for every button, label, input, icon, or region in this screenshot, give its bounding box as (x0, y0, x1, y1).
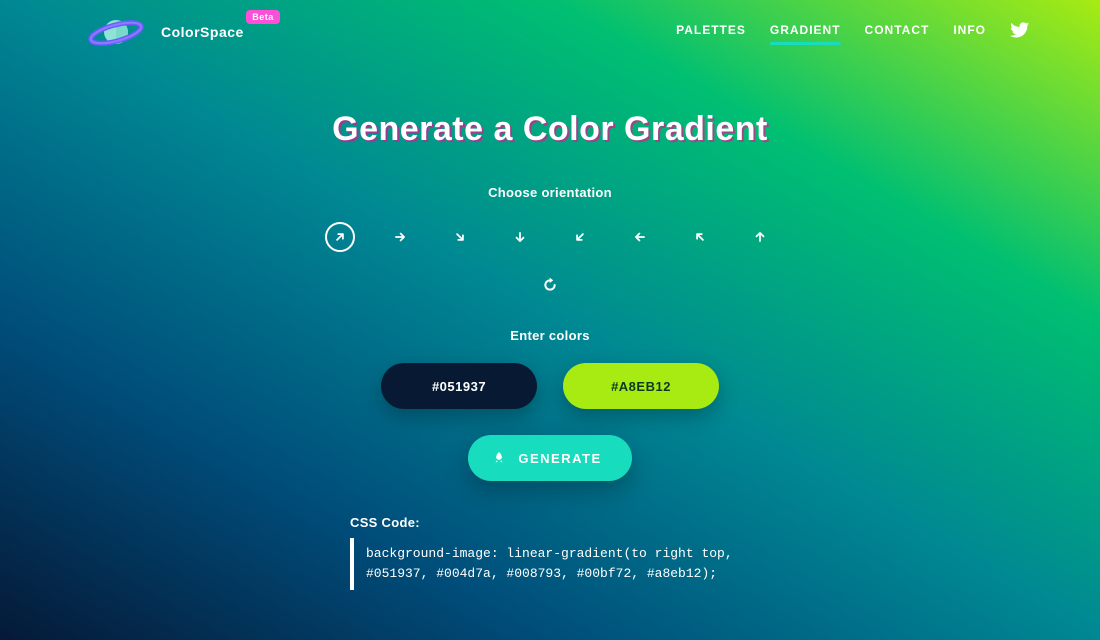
arrow-up-left-icon (693, 230, 707, 244)
orient-top-left[interactable] (685, 222, 715, 252)
brand-name: ColorSpace Beta (161, 24, 244, 40)
css-code-text[interactable]: background-image: linear-gradient(to rig… (350, 538, 750, 590)
brand-name-text: ColorSpace (161, 24, 244, 40)
rotate-row (0, 270, 1100, 300)
generate-label: GENERATE (518, 451, 601, 466)
nav-gradient[interactable]: GRADIENT (770, 23, 841, 41)
color-input-2[interactable]: #A8EB12 (563, 363, 719, 409)
page-title: Generate a Color Gradient (332, 110, 768, 149)
arrow-up-icon (753, 230, 767, 244)
orientation-buttons (0, 222, 1100, 252)
orient-top[interactable] (745, 222, 775, 252)
css-code-block: CSS Code: background-image: linear-gradi… (350, 515, 750, 590)
arrow-right-icon (393, 230, 407, 244)
colors-label: Enter colors (0, 328, 1100, 343)
brand: ColorSpace Beta (85, 12, 244, 52)
orient-right[interactable] (385, 222, 415, 252)
orient-bottom-left[interactable] (565, 222, 595, 252)
nav: PALETTES GRADIENT CONTACT INFO (676, 20, 1030, 44)
arrow-left-icon (633, 230, 647, 244)
header: ColorSpace Beta PALETTES GRADIENT CONTAC… (0, 0, 1100, 56)
arrow-up-right-icon (333, 230, 347, 244)
nav-palettes[interactable]: PALETTES (676, 23, 746, 41)
arrow-down-right-icon (453, 230, 467, 244)
nav-info[interactable]: INFO (953, 23, 986, 41)
generate-row: GENERATE (0, 435, 1100, 481)
css-code-label: CSS Code: (350, 515, 750, 530)
orient-bottom-right[interactable] (445, 222, 475, 252)
main: Generate a Color Gradient Choose orienta… (0, 56, 1100, 590)
color-2-value: #A8EB12 (611, 379, 671, 394)
orient-rotate[interactable] (535, 270, 565, 300)
orient-left[interactable] (625, 222, 655, 252)
orient-top-right[interactable] (325, 222, 355, 252)
logo-planet-icon (85, 12, 147, 52)
rotate-icon (542, 277, 558, 293)
twitter-icon (1010, 20, 1030, 40)
nav-contact[interactable]: CONTACT (865, 23, 930, 41)
generate-button[interactable]: GENERATE (468, 435, 631, 481)
orientation-label: Choose orientation (0, 185, 1100, 200)
color-inputs: #051937 #A8EB12 (0, 363, 1100, 409)
orient-bottom[interactable] (505, 222, 535, 252)
beta-badge: Beta (246, 10, 280, 24)
color-input-1[interactable]: #051937 (381, 363, 537, 409)
color-1-value: #051937 (432, 379, 486, 394)
nav-twitter-link[interactable] (1010, 20, 1030, 44)
arrow-down-left-icon (573, 230, 587, 244)
arrow-down-icon (513, 230, 527, 244)
rocket-icon (492, 451, 506, 465)
